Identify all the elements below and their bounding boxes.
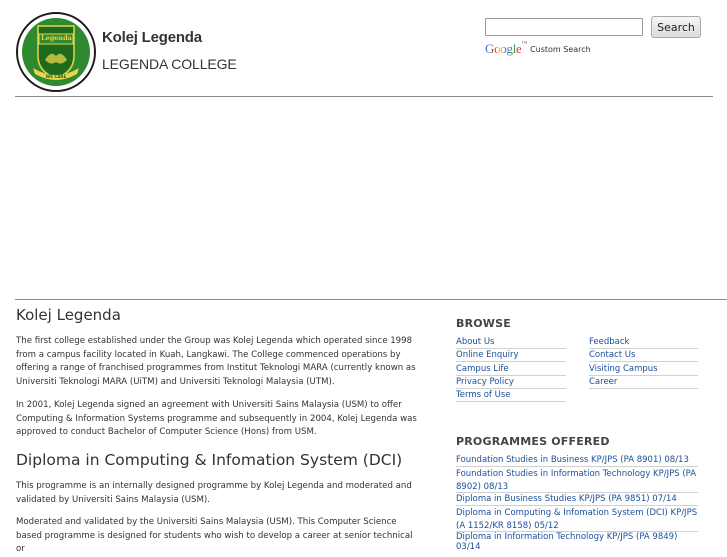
- link-contact-us[interactable]: Contact Us: [589, 350, 635, 360]
- link-online-enquiry[interactable]: Online Enquiry: [456, 350, 519, 360]
- link-privacy-policy[interactable]: Privacy Policy: [456, 377, 514, 387]
- banner-area: [15, 98, 713, 298]
- link-terms-of-use[interactable]: Terms of Use: [456, 390, 511, 400]
- programmes-heading: PROGRAMMES OFFERED: [456, 435, 610, 448]
- intro-paragraph: The first college established under the …: [16, 336, 416, 387]
- link-divider: [456, 375, 566, 376]
- link-about-us[interactable]: About Us: [456, 337, 494, 347]
- browse-heading: BROWSE: [456, 317, 511, 330]
- link-campus-life[interactable]: Campus Life: [456, 364, 509, 374]
- link-divider: [456, 348, 566, 349]
- search-form: Search: [485, 16, 701, 38]
- link-divider: [456, 492, 698, 493]
- google-logo: Google™: [485, 41, 527, 57]
- link-divider: [589, 388, 698, 389]
- programme-link-diploma-dci[interactable]: Diploma in Computing & Infomation System…: [456, 507, 701, 532]
- google-logo-text: Google: [485, 41, 522, 56]
- google-tm: ™: [521, 41, 528, 47]
- link-divider: [589, 348, 698, 349]
- college-name: Kolej Legenda: [102, 29, 202, 46]
- logo-wordmark[interactable]: Kolej Legenda LEGENDA COLLEGE: [102, 29, 237, 72]
- banner-divider: [15, 299, 727, 300]
- search-input[interactable]: [485, 18, 643, 36]
- programme-link-foundation-it[interactable]: Foundation Studies in Information Techno…: [456, 468, 701, 493]
- link-divider: [456, 388, 566, 389]
- link-feedback[interactable]: Feedback: [589, 337, 629, 347]
- link-divider: [589, 361, 698, 362]
- site-header: Legenda WE CARE Kolej Legenda LEGENDA CO…: [0, 0, 727, 97]
- google-custom-search-branding: Google™ Custom Search: [485, 41, 591, 57]
- programme-heading: Diploma in Computing & Infomation System…: [16, 451, 403, 469]
- link-divider: [589, 375, 698, 376]
- header-divider: [15, 96, 713, 97]
- link-divider: [456, 361, 566, 362]
- link-divider: [456, 401, 566, 402]
- programme-link-diploma-it[interactable]: Diploma in Information Technology KP/JPS…: [456, 532, 701, 552]
- search-button[interactable]: Search: [651, 16, 701, 38]
- logo-ribbon-text: WE CARE: [45, 74, 67, 79]
- moderation-paragraph: Moderated and validated by the Universit…: [16, 517, 413, 555]
- programme-link-foundation-business[interactable]: Foundation Studies in Business KP/JPS (P…: [456, 455, 701, 465]
- legenda-emblem-icon: [16, 12, 96, 92]
- college-logo[interactable]: Legenda WE CARE: [15, 12, 97, 92]
- link-visiting-campus[interactable]: Visiting Campus: [589, 364, 658, 374]
- college-name-english: LEGENDA COLLEGE: [102, 56, 237, 72]
- page-title: Kolej Legenda: [16, 306, 121, 324]
- programme-link-diploma-business[interactable]: Diploma in Business Studies KP/JPS (PA 9…: [456, 494, 701, 504]
- custom-search-label: Custom Search: [530, 44, 591, 54]
- link-career[interactable]: Career: [589, 377, 617, 387]
- history-paragraph: In 2001, Kolej Legenda signed an agreeme…: [16, 400, 417, 438]
- link-divider: [456, 466, 698, 467]
- logo-emblem-text: Legenda: [41, 34, 72, 42]
- link-divider: [456, 505, 698, 506]
- programme-paragraph: This programme is an internally designed…: [16, 481, 412, 505]
